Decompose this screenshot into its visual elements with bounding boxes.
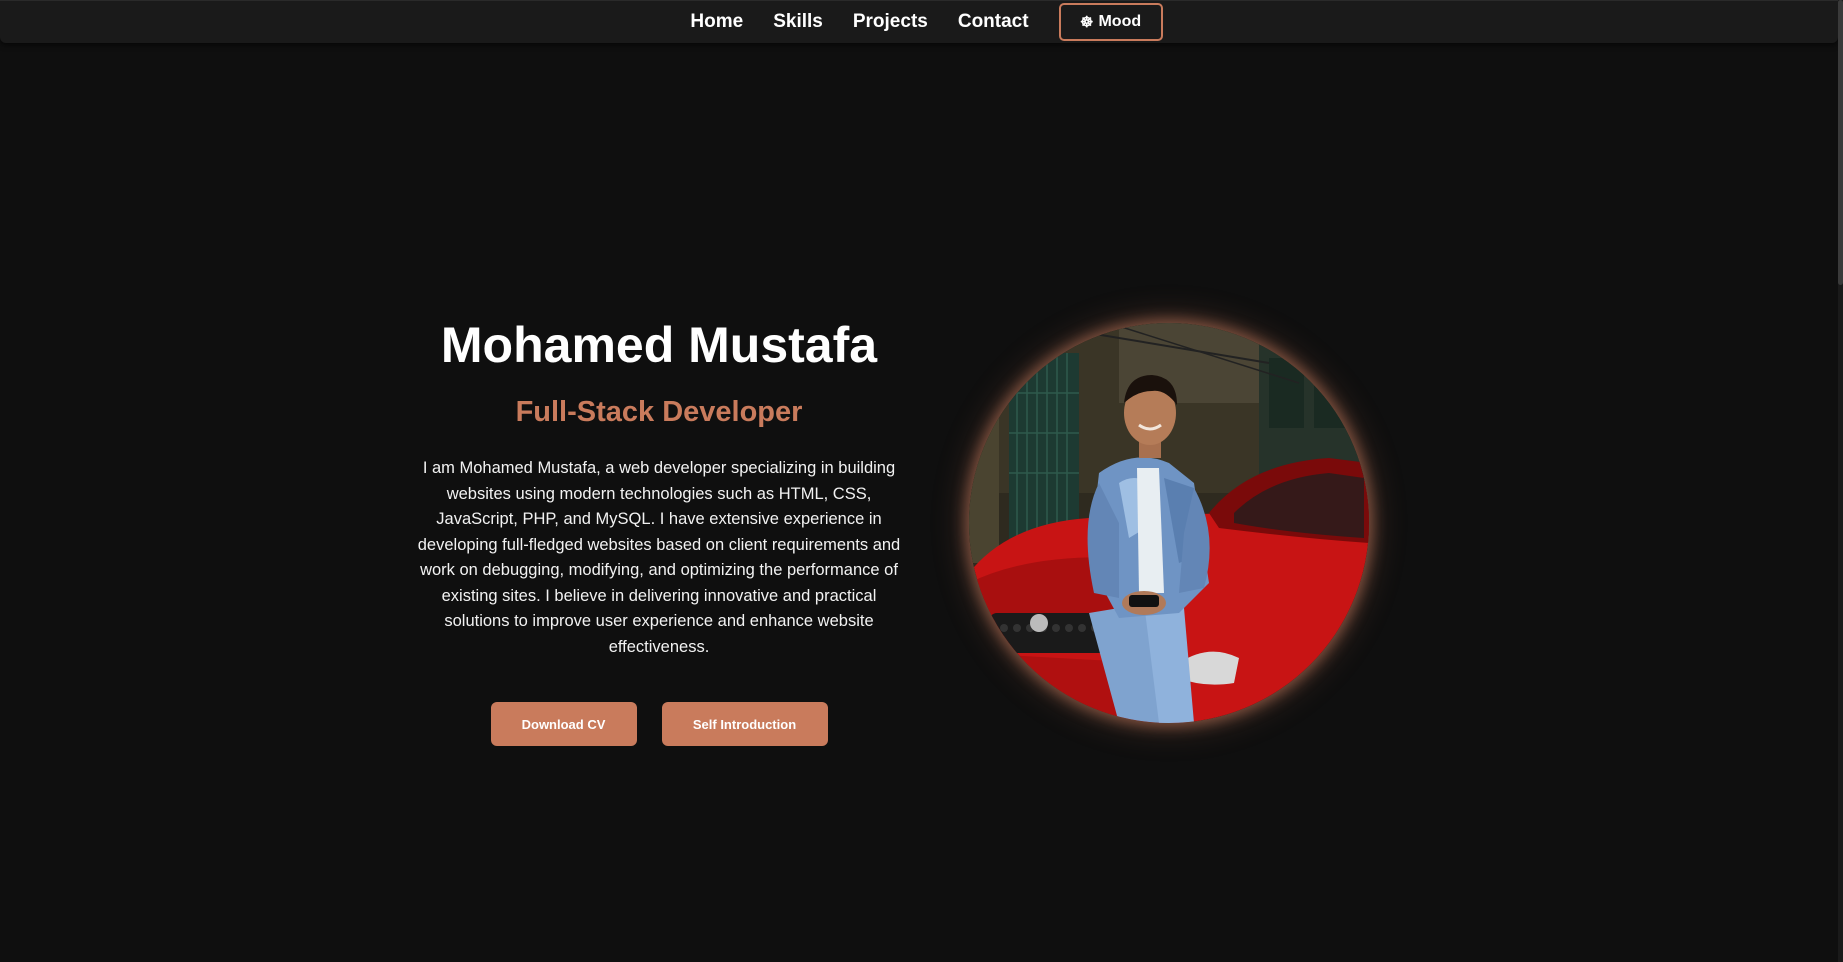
hero-name: Mohamed Mustafa bbox=[440, 317, 878, 373]
hero-role: Full-Stack Developer bbox=[515, 396, 803, 428]
nav-link-contact[interactable]: Contact bbox=[958, 11, 1029, 33]
hero-intro: Mohamed Mustafa Full-Stack Developer I a… bbox=[398, 310, 920, 746]
mood-button[interactable]: ☸ Mood bbox=[1058, 3, 1163, 41]
scrollbar-track[interactable] bbox=[1838, 0, 1843, 962]
nav-link-home[interactable]: Home bbox=[690, 11, 743, 33]
download-cv-button[interactable]: Download CV bbox=[490, 702, 637, 746]
mood-button-label: Mood bbox=[1098, 13, 1142, 30]
profile-photo-illustration bbox=[969, 323, 1369, 723]
hero-bio: I am Mohamed Mustafa, a web developer sp… bbox=[417, 459, 901, 656]
profile-photo bbox=[969, 323, 1369, 723]
nav-link-skills[interactable]: Skills bbox=[773, 11, 823, 33]
page: Home Skills Projects Contact ☸ Mood Moha… bbox=[0, 0, 1843, 962]
scrollbar-thumb[interactable] bbox=[1838, 0, 1843, 285]
gear-icon: ☸ bbox=[1080, 13, 1094, 31]
nav-link-projects[interactable]: Projects bbox=[853, 11, 928, 33]
navbar: Home Skills Projects Contact ☸ Mood bbox=[0, 0, 1838, 43]
self-introduction-button[interactable]: Self Introduction bbox=[661, 702, 828, 746]
hero-buttons: Download CV Self Introduction bbox=[398, 702, 920, 746]
nav-links: Home Skills Projects Contact ☸ Mood bbox=[0, 1, 1838, 43]
